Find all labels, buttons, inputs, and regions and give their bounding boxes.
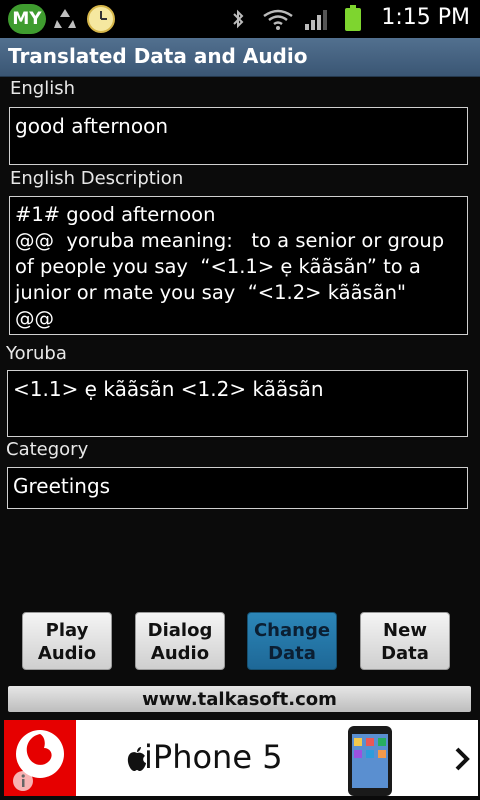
battery-icon (345, 5, 361, 31)
website-link[interactable]: www.talkasoft.com (8, 686, 471, 712)
status-time: 1:15 PM (381, 5, 470, 30)
english-field[interactable]: good afternoon (9, 107, 468, 165)
ad-banner[interactable]: iPhone 5 (4, 720, 478, 796)
ad-text: iPhone 5 (144, 738, 283, 776)
dialog-audio-label: Dialog Audio (147, 620, 213, 664)
carrier-badge: MY (8, 4, 46, 34)
english-description-label: English Description (10, 168, 184, 189)
category-label: Category (6, 439, 89, 460)
yoruba-label: Yoruba (6, 343, 67, 364)
phone-image (348, 726, 392, 796)
new-data-label: New Data (381, 620, 429, 664)
clock-icon (87, 5, 115, 33)
page-title: Translated Data and Audio (8, 44, 308, 68)
yoruba-field[interactable]: <1.1> ẹ kããsãn <1.2> kããsãn (7, 370, 468, 437)
info-icon[interactable] (12, 770, 34, 792)
category-field[interactable]: Greetings (7, 467, 468, 509)
play-audio-button[interactable]: Play Audio (22, 612, 112, 670)
wifi-icon (263, 9, 293, 30)
dialog-audio-button[interactable]: Dialog Audio (135, 612, 225, 670)
play-audio-label: Play Audio (37, 620, 97, 664)
english-description-field[interactable]: #1# good afternoon @@ yoruba meaning: to… (9, 196, 468, 335)
english-label: English (10, 78, 75, 99)
bluetooth-icon (233, 9, 244, 29)
signal-icon (305, 10, 327, 30)
recycle-icon (54, 9, 76, 28)
new-data-button[interactable]: New Data (360, 612, 450, 670)
status-bar: MY 1:15 PM (0, 0, 480, 38)
change-data-label: Change Data (253, 620, 331, 664)
chevron-right-icon[interactable] (452, 746, 472, 772)
title-bar: Translated Data and Audio (0, 38, 480, 77)
change-data-button[interactable]: Change Data (247, 612, 337, 670)
